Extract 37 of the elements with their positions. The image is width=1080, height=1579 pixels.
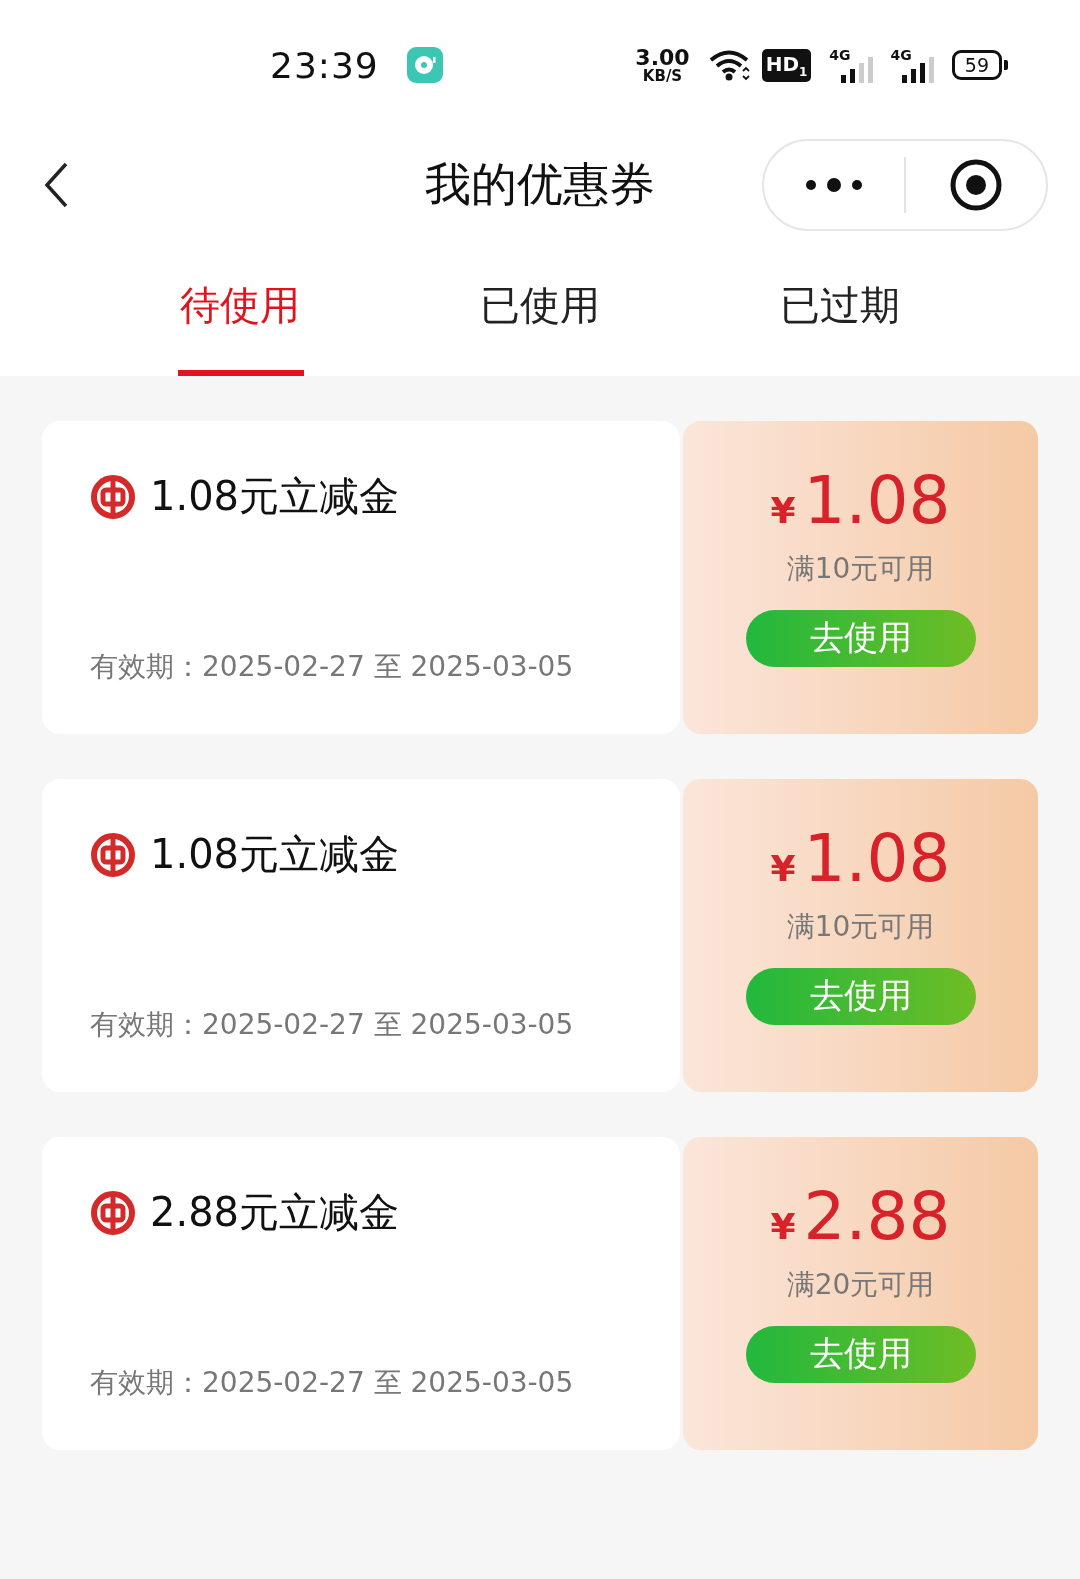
hd-badge: HD$_{1}$ (761, 48, 812, 82)
page-title: 我的优惠券 (424, 156, 656, 213)
coupon-title: 1.08元立减金 (150, 472, 400, 521)
coupon-amount: 1.08 (803, 465, 951, 538)
usage-condition: 满10元可用 (786, 550, 935, 587)
tab[interactable]: 已过期 (690, 240, 990, 376)
circle-logo-icon (90, 473, 136, 520)
usage-condition: 满10元可用 (786, 908, 935, 945)
coupon-amount: 1.08 (803, 823, 951, 896)
currency-symbol: ¥ (770, 490, 796, 531)
use-button[interactable]: 去使用 (745, 967, 976, 1025)
speed-unit: KB/S (642, 68, 683, 84)
coupon-amount: 2.88 (803, 1181, 951, 1254)
currency-symbol: ¥ (770, 1206, 796, 1247)
validity-period: 有效期：2025-02-27 至 2025-03-05 (90, 1007, 575, 1043)
signal-indicator: 4G (829, 47, 873, 83)
signal-indicator: 4G (890, 47, 934, 83)
use-button[interactable]: 去使用 (745, 609, 976, 667)
validity-period: 有效期：2025-02-27 至 2025-03-05 (90, 1365, 575, 1401)
back-icon (44, 162, 68, 208)
validity-period: 有效期：2025-02-27 至 2025-03-05 (90, 649, 575, 685)
network-speed: 3.00 (635, 46, 690, 69)
battery-indicator: 59 (951, 50, 1008, 80)
coupon-title: 2.88元立减金 (150, 1188, 400, 1237)
app-notification-icon (406, 47, 443, 83)
clock-time: 23:39 (270, 44, 379, 86)
tab[interactable]: 已使用 (390, 240, 690, 376)
tab[interactable]: 待使用 (90, 240, 390, 376)
circle-logo-icon (90, 1189, 136, 1236)
use-button[interactable]: 去使用 (745, 1325, 976, 1383)
usage-condition: 满20元可用 (786, 1266, 935, 1303)
wifi-icon (707, 49, 750, 81)
target-icon (949, 158, 1003, 212)
currency-symbol: ¥ (770, 848, 796, 889)
coupon-title: 1.08元立减金 (150, 830, 400, 879)
circle-logo-icon (90, 831, 136, 878)
more-icon (805, 178, 863, 192)
